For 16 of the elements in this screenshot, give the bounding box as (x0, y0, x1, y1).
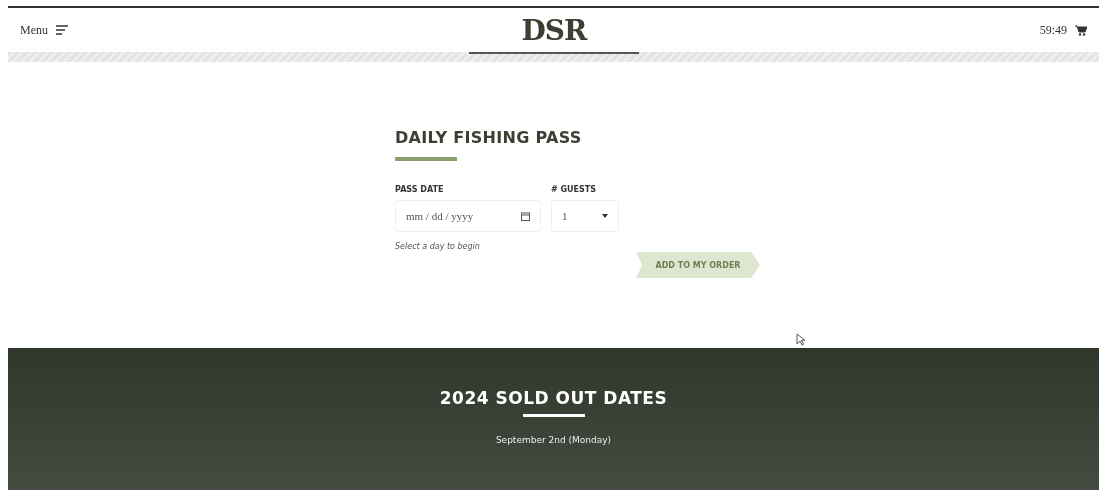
field-label: # GUESTS (551, 185, 597, 194)
field-label: PASS DATE (395, 185, 445, 194)
logo[interactable]: DSR (521, 13, 587, 47)
sold-out-date: September 2nd (Monday) (495, 435, 612, 445)
hint-text: Select a day to begin (395, 242, 480, 253)
form-title: DAILY FISHING PASS (395, 128, 583, 147)
cart-icon[interactable] (1075, 24, 1087, 36)
caret-icon[interactable] (602, 214, 608, 218)
date-field[interactable]: mm / dd / yyyy (395, 200, 541, 232)
guests-dropdown[interactable]: 1 (551, 200, 619, 232)
cursor-icon (796, 333, 805, 346)
menu-icon[interactable] (56, 25, 68, 35)
timer: 59:49 (1039, 22, 1067, 38)
calendar-icon[interactable] (521, 211, 530, 221)
menu-label[interactable]: Menu (20, 22, 48, 38)
section-title: 2024 SOLD OUT DATES (439, 388, 668, 408)
